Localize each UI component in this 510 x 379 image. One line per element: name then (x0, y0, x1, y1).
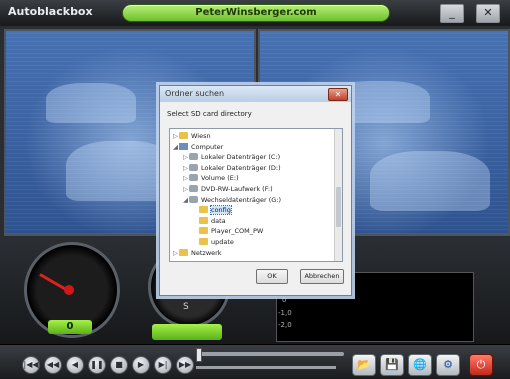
computer-icon (179, 142, 188, 150)
drive-icon (189, 185, 198, 192)
tree-node-label: update (211, 238, 234, 246)
cancel-button[interactable]: Abbrechen (300, 269, 344, 284)
rewind-fast-button[interactable]: ◀◀ (44, 356, 62, 374)
tree-node[interactable]: config (193, 205, 232, 216)
tree-node[interactable]: ▷ Lokaler Datenträger (C:) (183, 152, 280, 162)
tree-node[interactable]: ▷ DVD-RW-Laufwerk (F:) (183, 184, 273, 194)
tree-node-label: Lokaler Datenträger (C:) (201, 153, 281, 162)
pause-button[interactable]: ❚❚ (88, 356, 106, 374)
drive-icon (189, 195, 198, 203)
folder-icon (199, 216, 208, 224)
tree-node[interactable]: ▷ Volume (E:) (183, 173, 239, 183)
seek-slider[interactable] (196, 352, 344, 356)
folder-icon (199, 238, 208, 245)
tree-node[interactable]: update (193, 237, 234, 247)
tree-node-label: data (211, 216, 226, 225)
drive-icon (189, 163, 198, 171)
folder-icon (179, 132, 188, 139)
drive-icon (189, 153, 198, 161)
minimize-button[interactable]: _ (440, 4, 464, 23)
folder-tree[interactable]: ▷ Wiesn ◢ Computer ▷ Lokaler Datenträger (C:)… (169, 128, 343, 262)
tree-node[interactable]: data (193, 216, 226, 226)
website-link[interactable]: PeterWinsberger.com (122, 4, 390, 22)
tree-node[interactable]: ◢ Computer (173, 142, 223, 152)
tree-node-label: config (210, 205, 232, 216)
ok-button[interactable]: OK (256, 269, 288, 284)
dialog-title: Ordner suchen (165, 89, 225, 98)
stop-button[interactable]: ■ (110, 356, 128, 374)
globe-button[interactable]: 🌐 (408, 354, 432, 376)
tree-node-label: Lokaler Datenträger (D:) (201, 163, 281, 172)
folder-icon (179, 248, 188, 256)
tree-node-label: Player_COM_PW (211, 227, 264, 236)
heading-readout (152, 324, 222, 340)
power-button[interactable]: ⏻ (469, 354, 493, 376)
tree-node[interactable]: Player_COM_PW (193, 226, 263, 236)
tree-node[interactable]: ▷ Netzwerk (173, 248, 222, 258)
tree-node[interactable]: ▷ Lokaler Datenträger (D:) (183, 163, 281, 173)
tree-node-label: Wechseldatenträger (G:) (201, 195, 282, 204)
tree-node[interactable]: ◢ Wechseldatenträger (G:) (183, 195, 281, 205)
skip-start-button[interactable]: |◀◀ (22, 356, 40, 374)
close-button[interactable]: ✕ (476, 4, 500, 23)
dialog-prompt: Select SD card directory (167, 110, 252, 118)
step-back-button[interactable]: ◀ (66, 356, 84, 374)
volume-slider[interactable] (196, 366, 336, 369)
graph-ylabel: -2,0 (278, 321, 292, 329)
play-button[interactable]: ▶ (132, 356, 150, 374)
speedometer-hub (64, 285, 74, 295)
tree-node-label: DVD-RW-Laufwerk (F:) (201, 185, 273, 193)
graph-ylabel: 0 (282, 296, 287, 304)
speed-readout: 0 (48, 320, 92, 334)
app-title: Autoblackbox (8, 5, 93, 18)
tree-node-label: Computer (191, 142, 224, 151)
tree-node-label: Netzwerk (191, 248, 222, 257)
tree-node-label: Volume (E:) (201, 174, 239, 183)
compass-heading-label: S (183, 302, 189, 312)
save-button[interactable]: 💾 (380, 354, 404, 376)
tree-scrollbar-thumb[interactable] (336, 187, 341, 227)
settings-button[interactable]: ⚙ (436, 354, 460, 376)
dialog-close-button[interactable]: ✕ (328, 88, 348, 101)
folder-icon (199, 227, 208, 235)
tree-node[interactable]: ▷ Wiesn (173, 131, 211, 141)
forward-fast-button[interactable]: ▶▶ (176, 356, 194, 374)
step-forward-button[interactable]: ▶| (154, 356, 172, 374)
drive-icon (189, 174, 198, 182)
graph-ylabel: -1,0 (278, 309, 292, 317)
folder-icon (199, 206, 208, 214)
seek-thumb[interactable] (196, 348, 202, 362)
open-folder-button[interactable]: 📂 (352, 354, 376, 376)
tree-node-label: Wiesn (191, 132, 211, 140)
dialog-title-bar: Ordner suchen ✕ (160, 86, 351, 102)
folder-dialog: Ordner suchen ✕ Select SD card directory… (159, 85, 352, 296)
